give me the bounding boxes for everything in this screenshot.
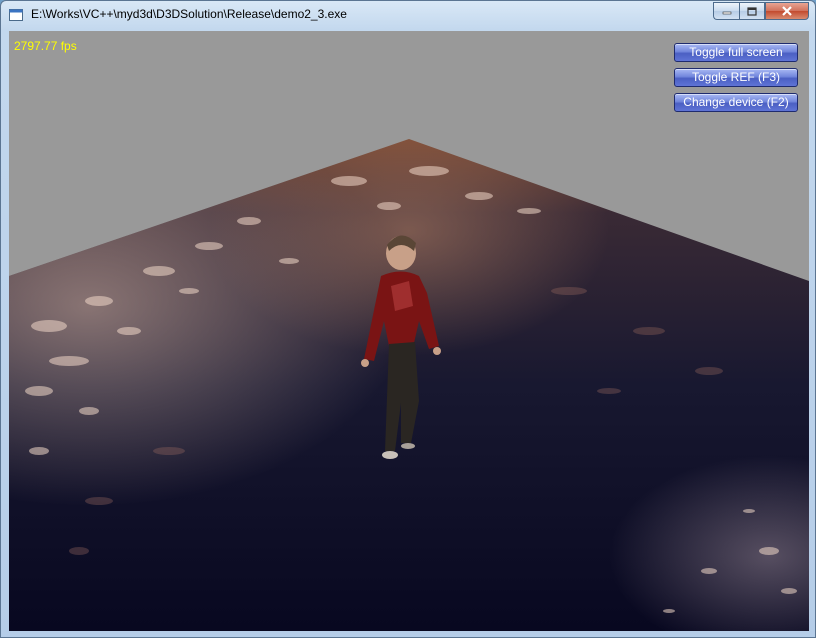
change-device-button[interactable]: Change device (F2) bbox=[674, 93, 798, 112]
toggle-ref-button[interactable]: Toggle REF (F3) bbox=[674, 68, 798, 87]
render-viewport[interactable]: 2797.77 fps Toggle full screen Toggle RE… bbox=[9, 31, 809, 631]
maximize-icon bbox=[747, 6, 757, 16]
minimize-button[interactable] bbox=[713, 2, 739, 20]
application-window: E:\Works\VC++\myd3d\D3DSolution\Release\… bbox=[0, 0, 816, 638]
caption-buttons bbox=[713, 2, 809, 21]
fps-counter: 2797.77 fps bbox=[14, 39, 77, 53]
close-button[interactable] bbox=[765, 2, 809, 20]
window-title: E:\Works\VC++\myd3d\D3DSolution\Release\… bbox=[31, 7, 347, 21]
minimize-icon bbox=[722, 11, 731, 15]
terrain-scene bbox=[9, 139, 809, 631]
toggle-fullscreen-button[interactable]: Toggle full screen bbox=[674, 43, 798, 62]
maximize-button[interactable] bbox=[739, 2, 765, 20]
app-icon bbox=[9, 9, 23, 21]
title-bar[interactable]: E:\Works\VC++\myd3d\D3DSolution\Release\… bbox=[1, 1, 815, 30]
close-icon bbox=[782, 6, 792, 16]
